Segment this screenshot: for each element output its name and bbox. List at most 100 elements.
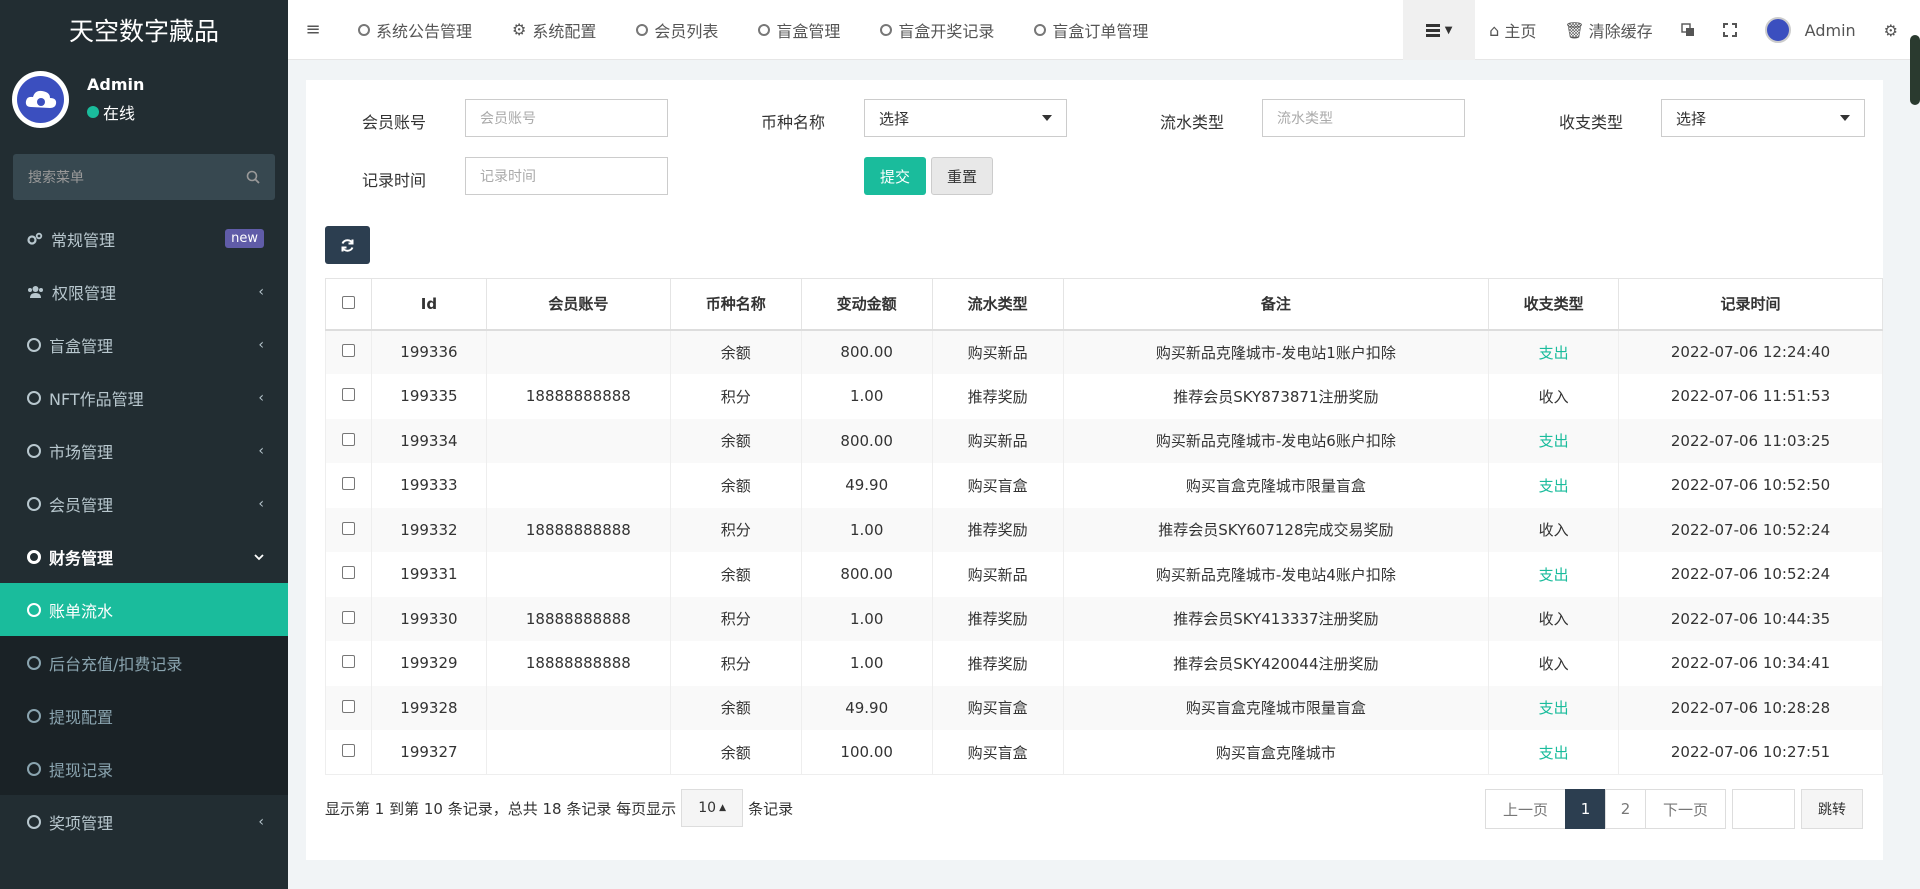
row-checkbox[interactable] (341, 566, 355, 580)
cell-io-type: 收入 (1488, 641, 1620, 686)
cell-id: 199331 (370, 552, 487, 597)
jump-page-input[interactable] (1732, 789, 1795, 829)
table-row[interactable]: 199334 余额 800.00 购买新品 购买新品克隆城市-发电站6账户扣除 支出 202… (325, 418, 1883, 463)
cell-io-type: 支出 (1488, 463, 1620, 508)
row-checkbox-cell[interactable] (325, 463, 372, 508)
sidebar-item-withdraw-records[interactable]: 提现记录 (0, 742, 288, 795)
row-checkbox-cell[interactable] (325, 418, 372, 463)
cell-flow-type: 购买盲盒 (931, 463, 1064, 508)
row-checkbox-cell[interactable] (325, 374, 372, 419)
language-icon[interactable] (1667, 0, 1709, 60)
table-row[interactable]: 199335 18888888888 积分 1.00 推荐奖励 推荐会员SKY873871… (325, 374, 1883, 419)
tab-system-notice[interactable]: 系统公告管理 (338, 0, 492, 60)
col-id[interactable]: Id (370, 278, 487, 331)
user-menu[interactable]: Admin (1751, 0, 1870, 60)
clear-cache-button[interactable]: 🗑 清除缓存 (1550, 0, 1666, 60)
submit-button[interactable]: 提交 (864, 157, 926, 195)
member-account-input[interactable]: 会员账号 (465, 99, 668, 137)
table-row[interactable]: 199330 18888888888 积分 1.00 推荐奖励 推荐会员SKY413337… (325, 596, 1883, 641)
cell-currency: 积分 (669, 507, 802, 552)
table-row[interactable]: 199333 余额 49.90 购买盲盒 购买盲盒克隆城市限量盲盒 支出 2022-07-0… (325, 463, 1883, 508)
row-checkbox-cell[interactable] (325, 730, 372, 775)
row-checkbox-cell[interactable] (325, 596, 372, 641)
row-checkbox[interactable] (341, 521, 355, 535)
sidebar-item-finance[interactable]: 财务管理 (0, 530, 288, 583)
sidebar-search-input[interactable]: 搜索菜单 (13, 154, 275, 200)
tab-system-config[interactable]: ⚙ 系统配置 (492, 0, 616, 60)
row-checkbox[interactable] (341, 744, 355, 757)
col-io-type[interactable]: 收支类型 (1488, 278, 1620, 331)
row-checkbox-cell[interactable] (325, 552, 372, 597)
scrollbar[interactable] (1910, 35, 1920, 105)
refresh-button[interactable] (325, 226, 370, 264)
reset-button[interactable]: 重置 (931, 157, 993, 195)
currency-select[interactable]: 选择 (864, 99, 1067, 137)
row-checkbox-cell[interactable] (325, 685, 372, 730)
circle-icon (27, 655, 41, 670)
sidebar-item-bill-flow[interactable]: 账单流水 (0, 583, 288, 636)
tab-blindbox-orders[interactable]: 盲盒订单管理 (1014, 0, 1168, 60)
select-all-checkbox[interactable] (341, 295, 355, 309)
table-row[interactable]: 199327 余额 100.00 购买盲盒 购买盲盒克隆城市 支出 2022-07-06 1… (325, 730, 1883, 775)
flow-type-input[interactable]: 流水类型 (1262, 99, 1465, 137)
cell-amount: 1.00 (800, 641, 933, 686)
menu-toggle-icon[interactable]: ≡ (288, 19, 338, 40)
next-page-button[interactable]: 下一页 (1645, 789, 1726, 829)
row-checkbox[interactable] (341, 699, 355, 713)
tab-blindbox[interactable]: 盲盒管理 (738, 0, 860, 60)
fullscreen-icon[interactable] (1709, 0, 1751, 60)
caret-down-icon (1840, 115, 1850, 121)
table-row[interactable]: 199331 余额 800.00 购买新品 购买新品克隆城市-发电站4账户扣除 支出 202… (325, 552, 1883, 597)
app-title[interactable]: 天空数字藏品 (0, 0, 288, 60)
sidebar-item-general[interactable]: 常规管理 new (0, 212, 288, 265)
tabs-dropdown-button[interactable]: ▼ (1403, 0, 1476, 60)
record-time-input[interactable]: 记录时间 (465, 157, 668, 195)
table-row[interactable]: 199332 18888888888 积分 1.00 推荐奖励 推荐会员SKY607128… (325, 507, 1883, 552)
table-row[interactable]: 199336 余额 800.00 购买新品 购买新品克隆城市-发电站1账户扣除 支出 202… (325, 329, 1883, 374)
sidebar-item-nft[interactable]: NFT作品管理 ‹ (0, 371, 288, 424)
sidebar-item-members[interactable]: 会员管理 ‹ (0, 477, 288, 530)
table-row[interactable]: 199328 余额 49.90 购买盲盒 购买盲盒克隆城市限量盲盒 支出 2022-07-0… (325, 685, 1883, 730)
sidebar-item-permissions[interactable]: 权限管理 ‹ (0, 265, 288, 318)
row-checkbox[interactable] (341, 477, 355, 491)
cell-member-account: 18888888888 (485, 374, 671, 419)
row-checkbox-cell[interactable] (325, 641, 372, 686)
col-amount[interactable]: 变动金额 (800, 278, 933, 331)
row-checkbox-cell[interactable] (325, 329, 372, 374)
row-checkbox[interactable] (341, 655, 355, 669)
col-flow-type[interactable]: 流水类型 (931, 278, 1064, 331)
sidebar-item-market[interactable]: 市场管理 ‹ (0, 424, 288, 477)
jump-button[interactable]: 跳转 (1801, 789, 1863, 829)
io-type-select[interactable]: 选择 (1661, 99, 1865, 137)
col-member-account[interactable]: 会员账号 (485, 278, 671, 331)
row-checkbox[interactable] (341, 388, 355, 402)
cell-member-account (485, 685, 671, 730)
cell-flow-type: 推荐奖励 (931, 596, 1064, 641)
cell-amount: 1.00 (800, 596, 933, 641)
table-row[interactable]: 199329 18888888888 积分 1.00 推荐奖励 推荐会员SKY420044… (325, 641, 1883, 686)
page-2-button[interactable]: 2 (1605, 789, 1646, 829)
prev-page-button[interactable]: 上一页 (1485, 789, 1566, 829)
col-record-time[interactable]: 记录时间 (1618, 278, 1883, 331)
sidebar-item-recharge-records[interactable]: 后台充值/扣费记录 (0, 636, 288, 689)
row-checkbox[interactable] (341, 610, 355, 624)
cell-id: 199330 (370, 596, 487, 641)
page-size-select[interactable]: 10 ▲ (681, 789, 744, 827)
tab-blindbox-draws[interactable]: 盲盒开奖记录 (860, 0, 1014, 60)
row-checkbox[interactable] (341, 344, 355, 358)
home-link[interactable]: ⌂ 主页 (1475, 0, 1550, 60)
sidebar-item-awards[interactable]: 奖项管理 ‹ (0, 795, 288, 848)
col-currency[interactable]: 币种名称 (669, 278, 802, 331)
cell-remark: 购买新品克隆城市-发电站6账户扣除 (1062, 418, 1490, 463)
tab-member-list[interactable]: 会员列表 (616, 0, 738, 60)
select-all-checkbox-cell[interactable] (325, 278, 372, 331)
cell-id: 199332 (370, 507, 487, 552)
sidebar-item-withdraw-config[interactable]: 提现配置 (0, 689, 288, 742)
sidebar-item-blindbox[interactable]: 盲盒管理 ‹ (0, 318, 288, 371)
row-checkbox-cell[interactable] (325, 507, 372, 552)
caret-up-icon: ▲ (719, 803, 726, 813)
cell-record-time: 2022-07-06 12:24:40 (1618, 329, 1883, 374)
col-remark[interactable]: 备注 (1062, 278, 1490, 331)
row-checkbox[interactable] (341, 432, 355, 446)
page-1-button[interactable]: 1 (1565, 789, 1606, 829)
